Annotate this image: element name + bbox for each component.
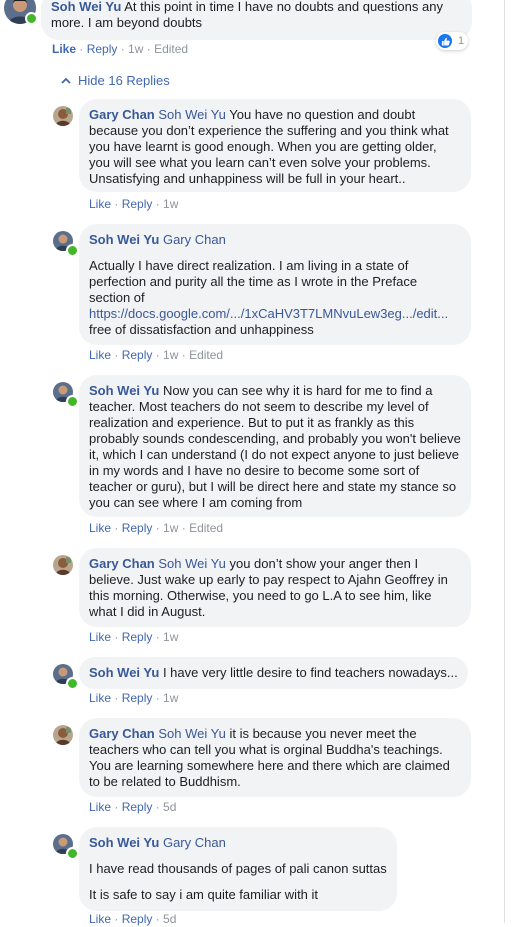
reply-link[interactable]: Reply xyxy=(122,800,153,814)
hide-replies-button[interactable]: Hide 16 Replies xyxy=(60,73,170,89)
reply-text: I have read thousands of pages of pali c… xyxy=(89,861,387,876)
timestamp[interactable]: 1w xyxy=(163,197,178,211)
reply-actions: Like · Reply · 5d xyxy=(89,800,177,814)
reply-bubble: Soh Wei Yu Now you can see why it is har… xyxy=(79,375,471,517)
reply-author[interactable]: Gary Chan xyxy=(89,107,155,122)
like-link[interactable]: Like xyxy=(89,800,111,814)
reply-link[interactable]: Reply xyxy=(122,348,153,362)
edited-label[interactable]: Edited xyxy=(189,348,223,362)
timestamp[interactable]: 5d xyxy=(163,912,176,926)
mention-tag[interactable]: Soh Wei Yu xyxy=(158,726,225,741)
reply-bubble: Gary Chan Soh Wei Yu it is because you n… xyxy=(79,718,471,797)
reply-link[interactable]: Reply xyxy=(122,197,153,211)
reply-link[interactable]: Reply xyxy=(122,630,153,644)
like-link[interactable]: Like xyxy=(89,630,111,644)
avatar-gary-chan[interactable] xyxy=(53,106,73,126)
comment-bubble: Soh Wei Yu At this point in time I have … xyxy=(41,0,472,40)
timestamp[interactable]: 1w xyxy=(163,630,178,644)
online-status-icon xyxy=(66,847,79,860)
reply-author[interactable]: Soh Wei Yu xyxy=(89,383,159,398)
reply-text-2: It is safe to say i am quite familiar wi… xyxy=(89,887,319,902)
hide-replies-label: Hide 16 Replies xyxy=(78,73,170,88)
like-link[interactable]: Like xyxy=(89,197,111,211)
reply-text: I have very little desire to find teache… xyxy=(162,665,458,680)
reply-text: Actually I have direct realization. I am… xyxy=(89,258,418,305)
reaction-count: 1 xyxy=(458,35,465,47)
reply-link[interactable]: Reply xyxy=(122,912,153,926)
edited-label[interactable]: Edited xyxy=(189,521,223,535)
mention-tag[interactable]: Gary Chan xyxy=(163,232,226,247)
google-docs-link[interactable]: https://docs.google.com/.../1xCaHV3T7LMN… xyxy=(89,306,448,321)
reply-author[interactable]: Gary Chan xyxy=(89,556,155,571)
reply-bubble: Soh Wei Yu Gary Chan I have read thousan… xyxy=(79,827,397,911)
comment-author[interactable]: Soh Wei Yu xyxy=(51,0,121,14)
reply-actions: Like · Reply · 1w · Edited xyxy=(89,348,224,362)
reply-text-end: free of dissatisfaction and unhappiness xyxy=(89,322,314,337)
timestamp[interactable]: 1w xyxy=(163,521,178,535)
reply-bubble: Soh Wei Yu Gary Chan Actually I have dir… xyxy=(79,224,471,345)
reply-actions: Like · Reply · 1w xyxy=(89,630,179,644)
online-status-icon xyxy=(66,244,79,257)
reply-author[interactable]: Soh Wei Yu xyxy=(89,232,159,247)
reply-author[interactable]: Soh Wei Yu xyxy=(89,665,159,680)
reply-author[interactable]: Gary Chan xyxy=(89,726,155,741)
reply-actions: Like · Reply · 1w xyxy=(89,197,179,211)
like-link[interactable]: Like xyxy=(89,912,111,926)
like-reaction-icon xyxy=(438,34,452,48)
edited-label[interactable]: Edited xyxy=(154,42,188,56)
reaction-summary[interactable]: 1 xyxy=(436,32,469,50)
like-link[interactable]: Like xyxy=(89,521,111,535)
online-status-icon xyxy=(25,12,38,25)
reply-actions: Like · Reply · 1w xyxy=(89,691,179,705)
mention-tag[interactable]: Soh Wei Yu xyxy=(158,107,225,122)
timestamp[interactable]: 1w xyxy=(163,348,178,362)
reply-bubble: Soh Wei Yu I have very little desire to … xyxy=(79,657,468,689)
avatar-gary-chan[interactable] xyxy=(53,725,73,745)
chevron-up-icon xyxy=(61,77,71,84)
reply-link[interactable]: Reply xyxy=(122,691,153,705)
like-link[interactable]: Like xyxy=(89,691,111,705)
comment-actions: Like · Reply · 1w · Edited xyxy=(52,42,189,56)
timestamp[interactable]: 5d xyxy=(163,800,176,814)
mention-tag[interactable]: Gary Chan xyxy=(163,835,226,850)
reply-link[interactable]: Reply xyxy=(87,42,118,56)
reply-bubble: Gary Chan Soh Wei Yu you don’t show your… xyxy=(79,548,471,627)
reply-bubble: Gary Chan Soh Wei Yu You have no questio… xyxy=(79,99,471,192)
mention-tag[interactable]: Soh Wei Yu xyxy=(158,556,225,571)
online-status-icon xyxy=(66,395,79,408)
online-status-icon xyxy=(66,677,79,690)
reply-actions: Like · Reply · 1w · Edited xyxy=(89,521,224,535)
reply-author[interactable]: Soh Wei Yu xyxy=(89,835,159,850)
reply-actions: Like · Reply · 5d xyxy=(89,912,177,926)
avatar-gary-chan[interactable] xyxy=(53,555,73,575)
reply-text: Now you can see why it is hard for me to… xyxy=(89,383,461,510)
like-link[interactable]: Like xyxy=(89,348,111,362)
timestamp[interactable]: 1w xyxy=(163,691,178,705)
reply-link[interactable]: Reply xyxy=(122,521,153,535)
timestamp[interactable]: 1w xyxy=(128,42,143,56)
like-link[interactable]: Like xyxy=(52,42,76,56)
scrollbar-track[interactable] xyxy=(504,0,529,923)
